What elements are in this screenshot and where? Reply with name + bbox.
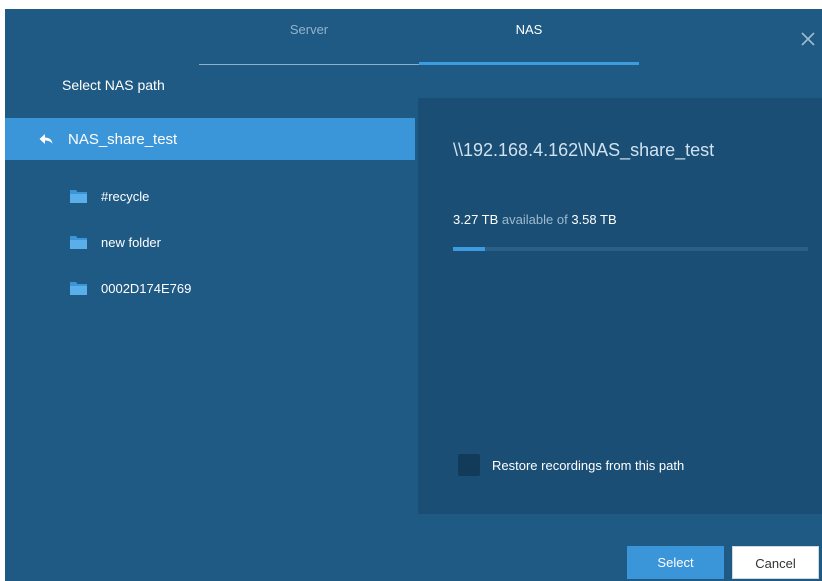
available-value: 3.27 TB [453, 212, 499, 227]
tab-bar: Server NAS [5, 9, 822, 65]
capacity-text: 3.27 TB available of 3.58 TB [453, 212, 617, 227]
folder-icon [70, 190, 87, 203]
cancel-button[interactable]: Cancel [732, 546, 819, 579]
path-details-panel: \\192.168.4.162\NAS_share_test 3.27 TB a… [418, 98, 822, 514]
current-folder-row[interactable]: NAS_share_test [5, 118, 415, 160]
current-folder-label: NAS_share_test [68, 130, 178, 148]
tab-nas[interactable]: NAS [419, 9, 639, 58]
nas-path-dialog: Server NAS Select NAS path NAS_share_tes… [5, 9, 822, 581]
restore-recordings-label: Restore recordings from this path [492, 457, 685, 473]
storage-usage-fill [453, 247, 485, 251]
close-button[interactable] [798, 29, 818, 49]
tab-server-underline [199, 64, 419, 65]
total-value: 3.58 TB [571, 212, 617, 227]
storage-usage-bar [453, 247, 808, 251]
restore-recordings-option[interactable]: Restore recordings from this path [458, 454, 684, 476]
select-nas-path-title: Select NAS path [62, 77, 165, 93]
folder-label: 0002D174E769 [101, 280, 192, 296]
select-button[interactable]: Select [627, 546, 724, 579]
folder-label: #recycle [101, 188, 150, 204]
restore-recordings-checkbox[interactable] [458, 454, 480, 476]
folder-item-0002d174e769[interactable]: 0002D174E769 [70, 276, 191, 300]
back-arrow-icon[interactable] [38, 131, 54, 147]
folder-label: new folder [101, 234, 161, 250]
nas-path-text: \\192.168.4.162\NAS_share_test [453, 140, 715, 160]
folder-icon [70, 236, 87, 249]
folder-item-recycle[interactable]: #recycle [70, 184, 149, 208]
tab-nas-underline [419, 62, 639, 65]
tab-server[interactable]: Server [199, 9, 419, 58]
folder-icon [70, 282, 87, 295]
available-of-text: available of [501, 212, 568, 227]
close-icon [801, 32, 815, 46]
folder-item-new-folder[interactable]: new folder [70, 230, 161, 254]
